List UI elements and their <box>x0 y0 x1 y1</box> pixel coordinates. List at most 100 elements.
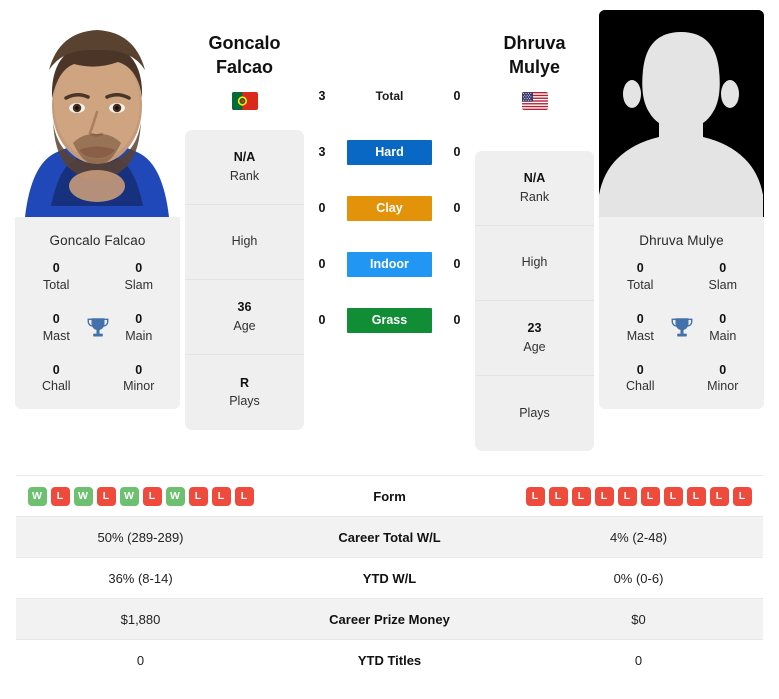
row-label-career-prize-money: Career Prize Money <box>329 611 450 627</box>
row-label-form: Form <box>373 488 406 504</box>
left-player-photo-column: Goncalo Falcao 0 Total 0 Slam 0 Mast 0 Main … <box>0 10 185 475</box>
info-label: Rank <box>519 189 550 204</box>
h2h-left-value: 3 <box>318 89 326 103</box>
h2h-label-total: Total <box>375 89 404 103</box>
form-badge-l: L <box>732 486 752 506</box>
h2h-row-indoor: 0 Indoor 0 <box>304 236 475 292</box>
info-value: R <box>239 375 250 390</box>
form-badge-l: L <box>50 486 70 506</box>
player-comparison-header: Goncalo Falcao 0 Total 0 Slam 0 Mast 0 Main … <box>0 0 779 475</box>
info-label: Age <box>233 318 256 333</box>
info-row-age: 23 Age <box>475 301 594 376</box>
form-badge-l: L <box>709 486 729 506</box>
title-stat-label: Minor <box>123 379 155 394</box>
form-badge-l: L <box>571 486 591 506</box>
title-stat-label: Slam <box>124 277 153 292</box>
trophy-icon <box>87 317 108 337</box>
right-value: 0 <box>634 652 643 668</box>
table-row-ytd-wl: 36% (8-14) YTD W/L 0% (0-6) <box>16 557 763 598</box>
h2h-right-value: 0 <box>453 257 461 271</box>
info-label: High <box>521 255 548 270</box>
surface-badge-hard[interactable]: Hard <box>347 139 432 165</box>
info-row-rank: N/A Rank <box>475 151 594 226</box>
form-badge-l: L <box>548 486 568 506</box>
left-value: 36% (8-14) <box>108 570 173 586</box>
left-player-name-line2: Falcao <box>215 56 273 77</box>
player-photo-placeholder-image <box>599 10 764 217</box>
left-player-info-column: Goncalo Falcao N/A Rank High 36 Age R Plays <box>185 10 304 475</box>
title-stat-value: 0 <box>135 261 143 275</box>
table-row-form: WLWLWLWLLL Form LLLLLLLLLL <box>16 475 763 516</box>
right-player-name-line2: Mulye <box>508 56 560 77</box>
title-stat-value: 0 <box>52 261 60 275</box>
title-stat-label: Slam <box>708 277 737 292</box>
form-badge-l: L <box>594 486 614 506</box>
form-badge-l: L <box>211 486 231 506</box>
h2h-row-clay: 0 Clay 0 <box>304 180 475 236</box>
form-badge-w: W <box>165 486 185 506</box>
title-stat: 0 Chall <box>599 362 682 396</box>
left-value: 50% (289-289) <box>97 529 184 545</box>
info-value: 36 <box>237 300 252 315</box>
title-stat-label: Total <box>627 277 654 292</box>
row-label-ytd-titles: YTD Titles <box>357 652 422 668</box>
portugal-flag <box>231 91 258 110</box>
surface-badge-indoor[interactable]: Indoor <box>347 251 432 277</box>
surface-badge-clay[interactable]: Clay <box>347 195 432 221</box>
right-value: 4% (2-48) <box>609 529 668 545</box>
h2h-row-total: 3 Total 0 <box>304 68 475 124</box>
title-stat-value: 0 <box>135 362 143 377</box>
title-stat: 0 Total <box>15 260 98 294</box>
h2h-left-value: 0 <box>318 313 326 327</box>
right-player-titles-card: Dhruva Mulye 0 Total 0 Slam 0 Mast 0 Main 0C… <box>599 217 764 410</box>
left-player-info-card: N/A Rank High 36 Age R Plays <box>185 129 304 430</box>
title-stat: 0 Minor <box>98 362 181 396</box>
right-form-cell: LLLLLLLLLL <box>514 486 763 506</box>
left-player-name: Goncalo Falcao <box>208 10 280 80</box>
left-value: $1,880 <box>120 611 161 627</box>
title-stat-label: Minor <box>707 379 739 394</box>
title-stat: 0 Minor <box>682 362 765 396</box>
right-player-photo <box>599 10 764 217</box>
left-form-strip: WLWLWLWLLL <box>16 486 265 506</box>
row-label-career-total-wl: Career Total W/L <box>338 529 441 545</box>
head-to-head-column: 3 Total 0 3 Hard 0 0 Clay 0 0 Indoor 0 0… <box>304 10 475 475</box>
table-row-career-prize-money: $1,880 Career Prize Money $0 <box>16 598 763 639</box>
right-player-info-column: Dhruva Mulye N/A Rank High 23 Age Plays <box>475 10 594 475</box>
info-label: Rank <box>229 168 260 183</box>
left-player-name-line1: Goncalo <box>208 33 281 53</box>
title-stat-label: Chall <box>626 379 655 394</box>
h2h-row-hard: 3 Hard 0 <box>304 124 475 180</box>
h2h-right-value: 0 <box>453 201 461 215</box>
title-stat: 0 Chall <box>15 362 98 396</box>
info-row-high: High <box>185 205 304 280</box>
title-stat: 0 Slam <box>682 260 765 294</box>
form-badge-w: W <box>119 486 139 506</box>
info-label: Plays <box>229 394 260 408</box>
info-row-plays: R Plays <box>185 355 304 430</box>
row-label-ytd-wl: YTD W/L <box>362 570 417 586</box>
surface-badge-grass[interactable]: Grass <box>347 307 432 333</box>
title-stat: 0 Total <box>599 260 682 294</box>
h2h-right-value: 0 <box>453 89 461 103</box>
form-badge-l: L <box>234 486 254 506</box>
info-value: 23 <box>527 321 542 336</box>
info-row-high: High <box>475 226 594 301</box>
form-badge-w: W <box>73 486 93 506</box>
form-badge-l: L <box>686 486 706 506</box>
right-player-card-name: Dhruva Mulye <box>639 233 724 248</box>
usa-flag <box>521 91 548 110</box>
info-row-age: 36 Age <box>185 280 304 355</box>
left-player-card-name: Goncalo Falcao <box>49 233 146 248</box>
h2h-right-value: 0 <box>453 145 461 159</box>
form-badge-w: W <box>27 486 47 506</box>
title-stat-value: 0 <box>719 261 727 275</box>
right-player-titles-grid: 0 Total 0 Slam 0 Mast 0 Main 0 Chall 0 Minor <box>599 260 764 395</box>
title-stat-value: 0 <box>636 261 644 275</box>
info-row-plays: Plays <box>475 376 594 451</box>
info-label: Age <box>523 339 546 354</box>
right-form-strip: LLLLLLLLLL <box>514 486 763 506</box>
left-player-titles-card: Goncalo Falcao 0 Total 0 Slam 0 Mast 0 Main … <box>15 217 181 410</box>
title-stat-label: Total <box>43 277 70 292</box>
form-badge-l: L <box>663 486 683 506</box>
